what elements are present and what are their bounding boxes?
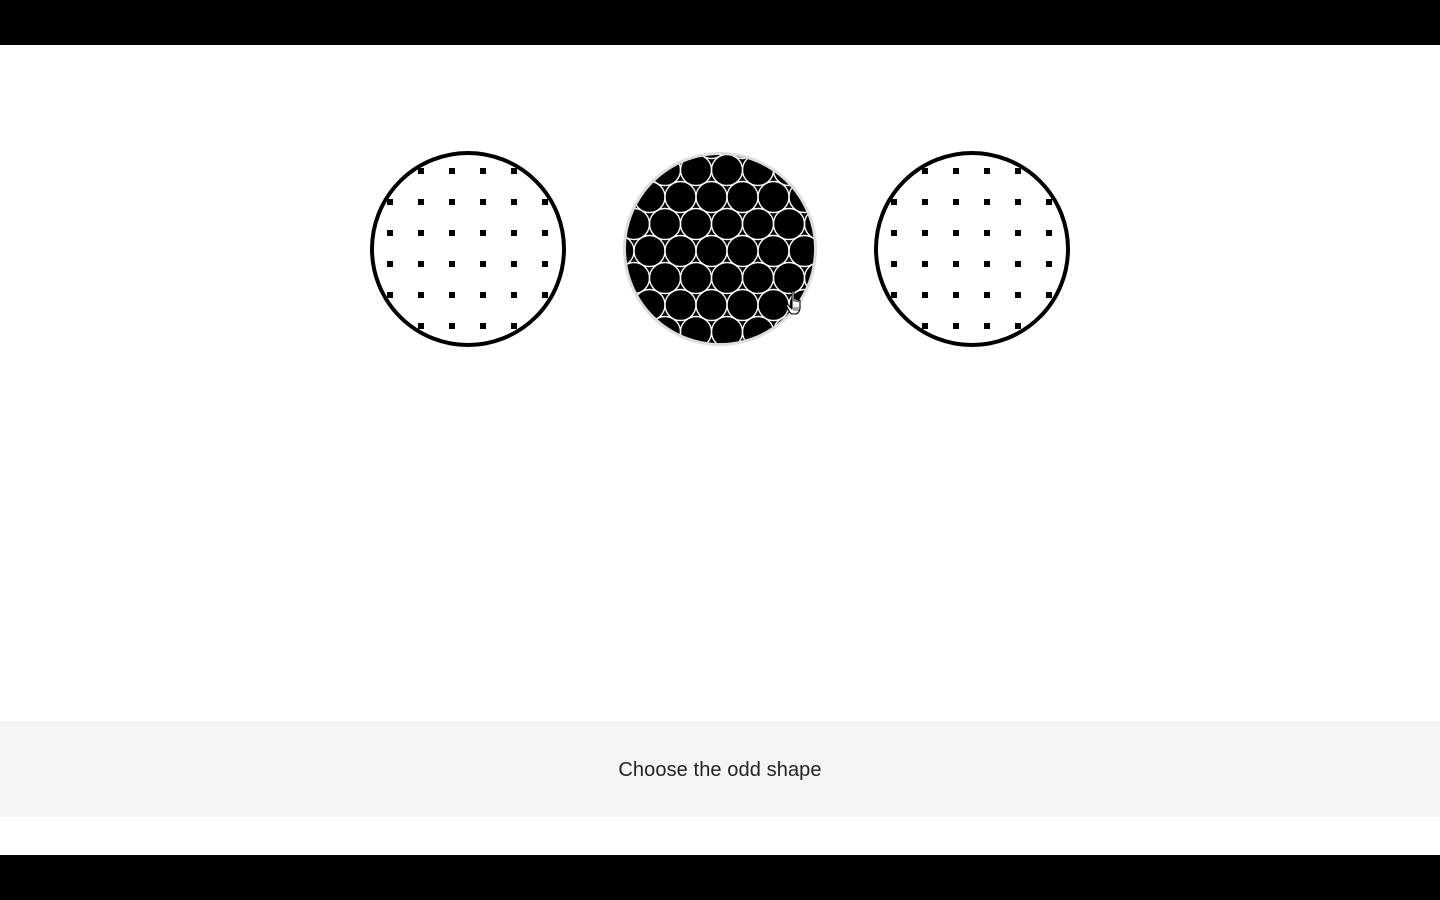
pattern-dot	[891, 261, 897, 267]
pattern-dot	[542, 323, 548, 329]
pattern-dot	[449, 230, 455, 236]
pattern-ring	[633, 342, 666, 343]
pattern-dot	[480, 199, 486, 205]
pattern-dot	[922, 292, 928, 298]
pattern-dot	[480, 323, 486, 329]
pattern-dot	[984, 323, 990, 329]
pattern-dot	[1015, 261, 1021, 267]
pattern-dot	[449, 323, 455, 329]
pattern-dot	[1015, 292, 1021, 298]
pattern-dot	[480, 168, 486, 174]
pattern-dot	[449, 168, 455, 174]
pattern-dot	[1046, 230, 1052, 236]
pattern-ring	[633, 155, 666, 160]
pattern-dot	[418, 292, 424, 298]
pattern-dot	[891, 199, 897, 205]
pattern-ring	[626, 315, 651, 343]
pattern-dot	[922, 261, 928, 267]
pattern-dot	[449, 261, 455, 267]
pattern-dot	[511, 292, 517, 298]
pattern-dot	[1015, 168, 1021, 174]
pattern-ring	[788, 342, 814, 343]
pattern-dot	[480, 292, 486, 298]
letterbox-top	[0, 0, 1440, 45]
pattern-ring	[626, 180, 635, 214]
pattern-dot	[542, 199, 548, 205]
pattern-dot	[953, 168, 959, 174]
pattern-ring	[626, 288, 635, 322]
pattern-ring	[788, 155, 814, 160]
pattern-dot	[542, 292, 548, 298]
pattern-ring	[757, 155, 790, 160]
pattern-dot	[953, 199, 959, 205]
pattern-dot	[542, 168, 548, 174]
pattern-dot	[922, 323, 928, 329]
pattern-dot	[953, 292, 959, 298]
letterbox-bottom	[0, 855, 1440, 900]
pattern-dot	[511, 261, 517, 267]
pattern-dot	[891, 230, 897, 236]
pattern-dot	[418, 323, 424, 329]
shape-option-2[interactable]	[621, 150, 819, 348]
pattern-dot	[953, 230, 959, 236]
pattern-dot	[511, 230, 517, 236]
ringed-circle-shape-2	[623, 152, 817, 346]
pattern-dot	[891, 168, 897, 174]
pattern-dot	[418, 168, 424, 174]
shape-option-1[interactable]	[369, 150, 567, 348]
pattern-ring	[803, 315, 814, 343]
pattern-dot	[1015, 230, 1021, 236]
pattern-dot	[387, 261, 393, 267]
pattern-dot	[511, 323, 517, 329]
pattern-dot	[1015, 323, 1021, 329]
pattern-dot	[984, 230, 990, 236]
pattern-ring	[626, 155, 635, 160]
instruction-text: Choose the odd shape	[618, 758, 822, 781]
pattern-dot	[387, 323, 393, 329]
pattern-dot	[984, 199, 990, 205]
pattern-dot	[418, 230, 424, 236]
pattern-dot	[1046, 199, 1052, 205]
pattern-dot	[1015, 199, 1021, 205]
pattern-dot	[953, 261, 959, 267]
pattern-dot	[418, 199, 424, 205]
pattern-dot	[984, 168, 990, 174]
pattern-dot	[922, 230, 928, 236]
dotted-circle-shape-3	[874, 151, 1070, 347]
pattern-dot	[418, 261, 424, 267]
pattern-ring	[757, 342, 790, 343]
pattern-dot	[387, 168, 393, 174]
pattern-dot	[542, 261, 548, 267]
pattern-dot	[922, 168, 928, 174]
pattern-dot	[511, 168, 517, 174]
pattern-dot	[891, 292, 897, 298]
shape-option-3[interactable]	[873, 150, 1071, 348]
pattern-dot	[1046, 261, 1052, 267]
pattern-ring	[626, 155, 651, 187]
pattern-dot	[984, 292, 990, 298]
pattern-dot	[387, 199, 393, 205]
pattern-dot	[984, 261, 990, 267]
pattern-dot	[953, 323, 959, 329]
pattern-dot	[922, 199, 928, 205]
pattern-dot	[1046, 323, 1052, 329]
pattern-dot	[387, 292, 393, 298]
pattern-ring	[664, 342, 697, 343]
pattern-dot	[387, 230, 393, 236]
pattern-dot	[449, 292, 455, 298]
pattern-dot	[511, 199, 517, 205]
pattern-dot	[891, 323, 897, 329]
pattern-ring	[772, 315, 806, 343]
pattern-dot	[480, 261, 486, 267]
pattern-dot	[449, 199, 455, 205]
instruction-bar: Choose the odd shape	[0, 722, 1440, 817]
pattern-dot	[480, 230, 486, 236]
dotted-circle-shape-1	[370, 151, 566, 347]
pattern-dot	[1046, 292, 1052, 298]
pattern-ring	[803, 155, 814, 187]
pattern-ring	[626, 342, 635, 343]
pattern-dot	[1046, 168, 1052, 174]
pattern-dot	[542, 230, 548, 236]
